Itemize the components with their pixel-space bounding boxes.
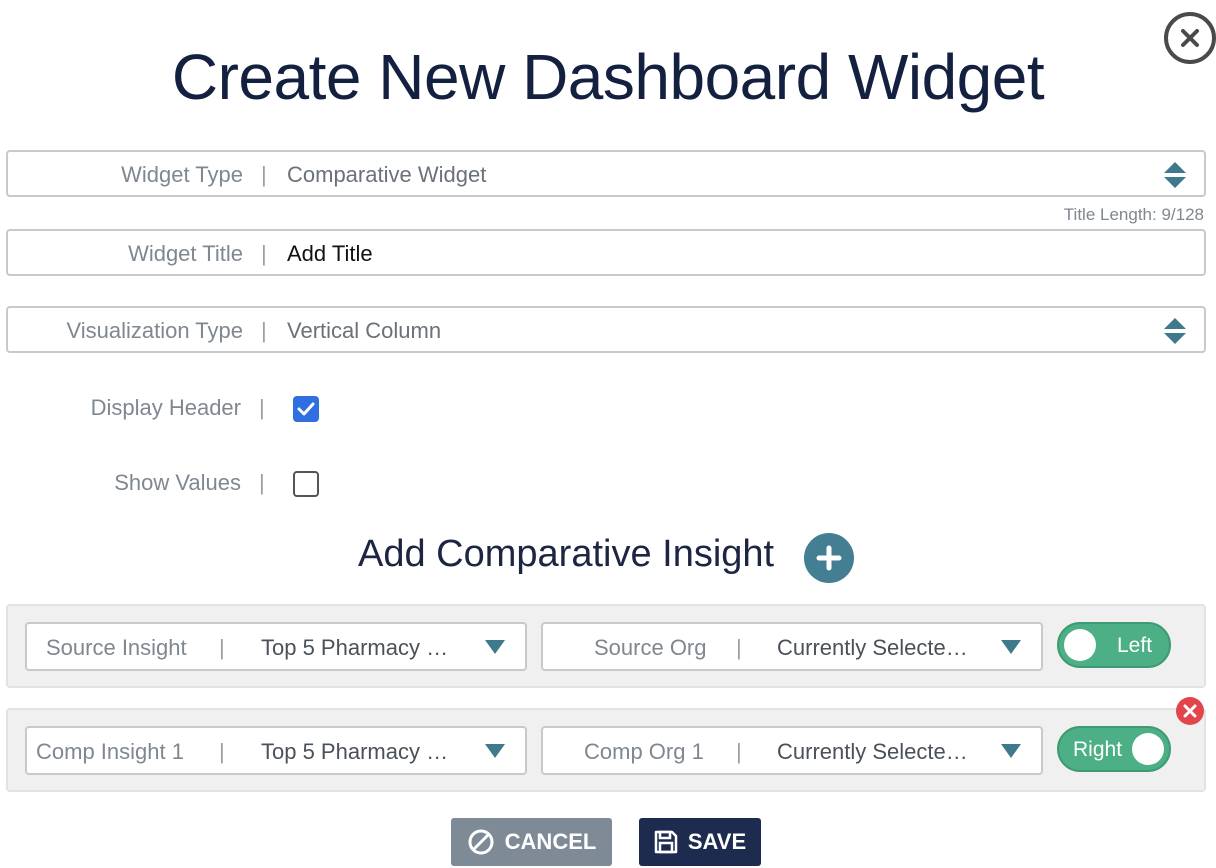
comp-org-select[interactable]: Comp Org 1 | Currently Selecte… (541, 726, 1043, 775)
display-header-checkbox[interactable] (293, 396, 319, 422)
insight-row: Source Insight | Top 5 Pharmacy … Source… (6, 604, 1206, 688)
position-toggle[interactable]: Left (1057, 622, 1171, 668)
source-insight-value: Top 5 Pharmacy … (261, 635, 449, 660)
visualization-type-value: Vertical Column (287, 318, 442, 343)
display-header-label: Display Header (90, 395, 241, 420)
separator: | (261, 318, 267, 343)
cancel-label: CANCEL (504, 829, 597, 854)
save-button[interactable]: SAVE (639, 818, 761, 866)
visualization-type-select[interactable]: Visualization Type | Vertical Column (6, 306, 1206, 353)
position-toggle[interactable]: Right (1057, 726, 1171, 772)
caret-down-icon (1001, 640, 1021, 654)
caret-down-icon (485, 640, 505, 654)
show-values-label: Show Values (114, 470, 241, 495)
widget-title-label: Widget Title (128, 241, 243, 266)
comp-insight-value: Top 5 Pharmacy … (261, 739, 449, 764)
comp-insight-select[interactable]: Comp Insight 1 | Top 5 Pharmacy … (25, 726, 527, 775)
floppy-disk-icon (654, 830, 678, 854)
save-label: SAVE (687, 829, 747, 854)
source-org-value: Currently Selecte… (777, 635, 968, 660)
checkmark-icon (297, 402, 315, 416)
add-insight-button[interactable] (804, 533, 854, 583)
cancel-button[interactable]: CANCEL (451, 818, 612, 866)
ban-icon (468, 829, 494, 855)
remove-x-icon (1183, 704, 1197, 718)
caret-down-icon (1001, 744, 1021, 758)
source-org-select[interactable]: Source Org | Currently Selecte… (541, 622, 1043, 671)
toggle-knob (1132, 733, 1164, 765)
plus-icon (816, 545, 842, 571)
separator: | (261, 241, 267, 266)
up-down-stepper-icon (1164, 162, 1186, 188)
visualization-type-label: Visualization Type (66, 318, 243, 343)
modal-title: Create New Dashboard Widget (171, 41, 1045, 113)
separator: | (259, 470, 265, 495)
widget-title-input[interactable]: Widget Title | Add Title (6, 229, 1206, 276)
source-insight-select[interactable]: Source Insight | Top 5 Pharmacy … (25, 622, 527, 671)
toggle-label: Left (1117, 634, 1153, 657)
separator: | (261, 162, 267, 187)
add-comparative-insight-heading: Add Comparative Insight (358, 533, 775, 575)
widget-title-value: Add Title (287, 241, 373, 266)
widget-type-label: Widget Type (121, 162, 243, 187)
widget-type-select[interactable]: Widget Type | Comparative Widget (6, 150, 1206, 197)
toggle-label: Right (1073, 738, 1123, 761)
comp-org-label: Comp Org 1 (584, 739, 704, 764)
source-org-label: Source Org (594, 635, 707, 660)
source-insight-label: Source Insight (46, 635, 187, 660)
separator: | (219, 635, 225, 660)
show-values-checkbox[interactable] (293, 471, 319, 497)
remove-insight-button[interactable] (1176, 697, 1204, 725)
up-down-stepper-icon (1164, 318, 1186, 344)
separator: | (259, 395, 265, 420)
widget-type-value: Comparative Widget (287, 162, 487, 187)
separator: | (219, 739, 225, 764)
separator: | (736, 635, 742, 660)
separator: | (736, 739, 742, 764)
insight-row: Comp Insight 1 | Top 5 Pharmacy … Comp O… (6, 708, 1206, 792)
toggle-knob (1064, 629, 1096, 661)
comp-org-value: Currently Selecte… (777, 739, 968, 764)
title-length-counter: Title Length: 9/128 (1063, 205, 1204, 224)
caret-down-icon (485, 744, 505, 758)
comp-insight-label: Comp Insight 1 (36, 739, 184, 764)
